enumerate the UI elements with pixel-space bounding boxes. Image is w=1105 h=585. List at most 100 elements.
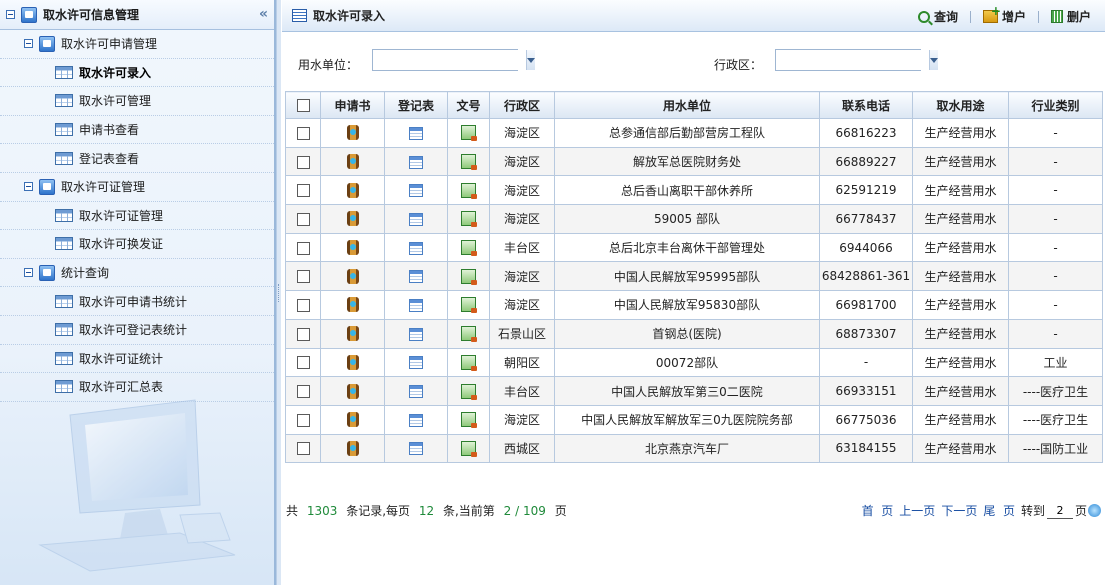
- application-icon[interactable]: [346, 440, 359, 456]
- document-icon[interactable]: [461, 268, 477, 285]
- application-cell[interactable]: [320, 290, 385, 320]
- registration-cell[interactable]: [384, 175, 448, 206]
- document-cell[interactable]: [447, 204, 490, 234]
- application-cell[interactable]: [320, 261, 385, 292]
- registration-cell[interactable]: [384, 318, 448, 349]
- document-cell[interactable]: [447, 261, 490, 292]
- table-row[interactable]: 西城区 北京燕京汽车厂 63184155 生产经营用水 ----国防工业: [285, 433, 1103, 464]
- sidebar-group-application[interactable]: 取水许可申请管理: [0, 30, 274, 59]
- document-cell[interactable]: [447, 318, 490, 349]
- sidebar-header[interactable]: 取水许可信息管理 «: [0, 0, 274, 30]
- document-icon[interactable]: [461, 182, 477, 199]
- select-cell[interactable]: [285, 261, 321, 292]
- unit-select-input[interactable]: [373, 50, 526, 70]
- registration-cell[interactable]: [384, 347, 448, 378]
- row-checkbox[interactable]: [296, 356, 310, 370]
- registration-form-icon[interactable]: [409, 212, 423, 226]
- document-cell[interactable]: [447, 404, 490, 435]
- unit-select[interactable]: [372, 49, 535, 71]
- application-cell[interactable]: [320, 232, 385, 263]
- row-checkbox[interactable]: [296, 298, 310, 312]
- select-all-header[interactable]: [285, 91, 321, 119]
- table-row[interactable]: 海淀区 总后香山离职干部休养所 62591219 生产经营用水 -: [285, 175, 1103, 206]
- sidebar-item-manage[interactable]: 取水许可管理: [0, 87, 274, 116]
- select-cell[interactable]: [285, 376, 321, 406]
- add-button[interactable]: 增户: [982, 4, 1026, 25]
- query-button[interactable]: 查询: [917, 8, 958, 25]
- registration-cell[interactable]: [384, 433, 448, 464]
- select-cell[interactable]: [285, 175, 321, 206]
- splitter-grip-icon[interactable]: [278, 284, 280, 302]
- chevron-down-icon[interactable]: [526, 50, 535, 70]
- sidebar-item-stat-registration[interactable]: 取水许可登记表统计: [0, 316, 274, 345]
- row-checkbox[interactable]: [296, 212, 310, 226]
- table-row[interactable]: 丰台区 总后北京丰台离休干部管理处 6944066 生产经营用水 -: [285, 232, 1103, 263]
- select-cell[interactable]: [285, 290, 321, 320]
- chevron-down-icon[interactable]: [929, 50, 938, 70]
- first-page-link[interactable]: 首 页: [862, 502, 894, 519]
- select-cell[interactable]: [285, 146, 321, 177]
- document-icon[interactable]: [461, 412, 477, 429]
- sidebar-item-license-reissue[interactable]: 取水许可换发证: [0, 230, 274, 259]
- collapse-tree-icon[interactable]: [24, 182, 33, 192]
- sidebar-item-stat-license[interactable]: 取水许可证统计: [0, 345, 274, 374]
- document-icon[interactable]: [461, 240, 477, 257]
- document-icon[interactable]: [461, 326, 477, 343]
- select-cell[interactable]: [285, 404, 321, 435]
- registration-cell[interactable]: [384, 204, 448, 234]
- row-checkbox[interactable]: [296, 155, 310, 169]
- row-checkbox[interactable]: [296, 442, 310, 456]
- row-checkbox[interactable]: [296, 385, 310, 399]
- registration-cell[interactable]: [384, 290, 448, 320]
- application-icon[interactable]: [346, 326, 359, 342]
- sidebar-group-statistics[interactable]: 统计查询: [0, 259, 274, 288]
- application-cell[interactable]: [320, 404, 385, 435]
- sidebar-item-view-registration[interactable]: 登记表查看: [0, 144, 274, 173]
- document-cell[interactable]: [447, 347, 490, 378]
- registration-form-icon[interactable]: [409, 413, 423, 427]
- application-icon[interactable]: [346, 412, 359, 428]
- collapse-tree-icon[interactable]: [6, 10, 15, 19]
- application-icon[interactable]: [346, 240, 359, 256]
- table-row[interactable]: 石景山区 首钢总(医院) 68873307 生产经营用水 -: [285, 318, 1103, 349]
- table-row[interactable]: 海淀区 中国人民解放军95830部队 66981700 生产经营用水 -: [285, 290, 1103, 320]
- district-select[interactable]: [775, 49, 938, 71]
- next-page-link[interactable]: 下一页: [941, 502, 977, 519]
- row-checkbox[interactable]: [296, 126, 310, 140]
- document-icon[interactable]: [461, 125, 477, 142]
- application-icon[interactable]: [346, 297, 359, 313]
- document-icon[interactable]: [461, 383, 477, 400]
- row-checkbox[interactable]: [296, 270, 310, 284]
- select-cell[interactable]: [285, 347, 321, 378]
- registration-cell[interactable]: [384, 146, 448, 177]
- registration-form-icon[interactable]: [409, 385, 423, 399]
- application-cell[interactable]: [320, 146, 385, 177]
- select-cell[interactable]: [285, 204, 321, 234]
- select-cell[interactable]: [285, 318, 321, 349]
- table-row[interactable]: 海淀区 59005 部队 66778437 生产经营用水 -: [285, 204, 1103, 234]
- document-icon[interactable]: [461, 354, 477, 371]
- application-cell[interactable]: [320, 118, 385, 148]
- table-row[interactable]: 海淀区 总参通信部后勤部营房工程队 66816223 生产经营用水 -: [285, 118, 1103, 148]
- last-page-link[interactable]: 尾 页: [983, 502, 1015, 519]
- collapse-tree-icon[interactable]: [24, 39, 33, 49]
- table-row[interactable]: 丰台区 中国人民解放军第三0二医院 66933151 生产经营用水 ----医疗卫生: [285, 376, 1103, 406]
- application-cell[interactable]: [320, 376, 385, 406]
- delete-button[interactable]: 删户: [1050, 8, 1091, 25]
- application-icon[interactable]: [346, 154, 359, 170]
- registration-form-icon[interactable]: [409, 184, 423, 198]
- document-cell[interactable]: [447, 232, 490, 263]
- document-icon[interactable]: [461, 211, 477, 228]
- registration-form-icon[interactable]: [409, 241, 423, 255]
- sidebar-item-license-manage[interactable]: 取水许可证管理: [0, 202, 274, 231]
- district-select-input[interactable]: [776, 50, 929, 70]
- table-row[interactable]: 海淀区 中国人民解放军解放军三0九医院院务部 66775036 生产经营用水 ----医…: [285, 404, 1103, 435]
- application-icon[interactable]: [346, 354, 359, 370]
- select-cell[interactable]: [285, 118, 321, 148]
- document-cell[interactable]: [447, 175, 490, 206]
- registration-cell[interactable]: [384, 376, 448, 406]
- table-row[interactable]: 海淀区 中国人民解放军95995部队 68428861-361 生产经营用水 -: [285, 261, 1103, 292]
- registration-form-icon[interactable]: [409, 442, 423, 456]
- application-icon[interactable]: [346, 182, 359, 198]
- row-checkbox[interactable]: [296, 241, 310, 255]
